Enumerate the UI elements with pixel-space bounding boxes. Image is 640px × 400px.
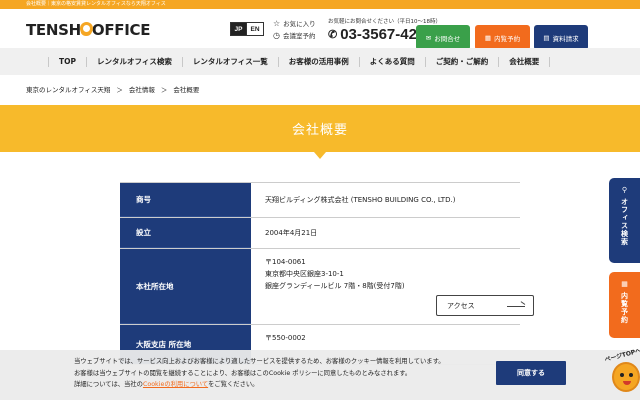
contact-label: お問合せ [434, 34, 461, 43]
cookie-line: 詳細については、当社の [74, 381, 143, 388]
request-docs-button[interactable]: ▤ 資料請求 [534, 25, 588, 50]
row-label: 設立 [120, 218, 251, 248]
nav-item-contract[interactable]: ご契約・ご解約 [426, 56, 500, 67]
phone-icon: ✆ [328, 29, 338, 41]
visit-reservation-button[interactable]: ▦ 内覧予約 [475, 25, 530, 50]
table-row: 商号 天翔ビルディング株式会社 (TENSHO BUILDING CO., LT… [120, 183, 520, 218]
site-logo[interactable]: TENSHOOFFICE [26, 21, 151, 40]
meeting-room-link[interactable]: ◷ 会議室予約 [273, 30, 316, 42]
side-visit-label: 内覧予約 [620, 292, 629, 324]
table-row: 本社所在地 〒104-0061 東京都中央区銀座3-10-1 銀座グランディール… [120, 249, 534, 325]
language-switch: JP EN [230, 22, 264, 36]
mascot-icon [612, 362, 640, 392]
docs-label: 資料請求 [552, 34, 579, 43]
company-info-table: 商号 天翔ビルディング株式会社 (TENSHO BUILDING CO., LT… [120, 182, 534, 365]
star-icon: ☆ [273, 19, 281, 28]
logo-o-icon: O [79, 22, 93, 40]
side-visit-tab[interactable]: ▦ 内覧予約 [609, 272, 640, 338]
table-row: 設立 2004年4月21日 [120, 218, 520, 249]
row-label: 本社所在地 [120, 249, 251, 324]
meeting-room-label: 会議室予約 [282, 32, 316, 40]
side-office-search-tab[interactable]: ⚲ オフィス検索 [609, 178, 640, 263]
site-header: TENSHOOFFICE JP EN ☆ お気に入り ◷ 会議室予約 お気軽にお問合… [0, 9, 640, 50]
logo-text-left: TENSH [26, 21, 81, 39]
row-value: 〒104-0061 東京都中央区銀座3-10-1 銀座グランディールビル 7階・… [251, 249, 534, 324]
page-hero: 会社概要 [0, 105, 640, 159]
lang-jp-button[interactable]: JP [230, 22, 247, 36]
tel-note: お気軽にお問合せください（平日10〜18時） [328, 19, 441, 25]
page-title: 会社概要 [291, 123, 348, 138]
clock-icon: ◷ [273, 31, 280, 40]
row-label: 商号 [120, 183, 251, 217]
header-links: ☆ お気に入り ◷ 会議室予約 [273, 18, 316, 42]
contact-button[interactable]: ✉ お問合せ [416, 25, 470, 50]
document-icon: ▤ [543, 33, 550, 42]
nav-item-cases[interactable]: お客様の活用事例 [279, 56, 360, 67]
cookie-line: お客様は当ウェブサイトの閲覧を継続することにより、お客様はこのCookie ポリ… [74, 369, 412, 377]
cookie-agree-button[interactable]: 同意する [496, 361, 566, 385]
nav-item-list[interactable]: レンタルオフィス一覧 [183, 56, 279, 67]
row-value: 天翔ビルディング株式会社 (TENSHO BUILDING CO., LTD.) [251, 183, 520, 217]
side-search-label: オフィス検索 [620, 198, 629, 246]
access-button[interactable]: アクセス [436, 295, 534, 316]
row-value: 2004年4月21日 [251, 218, 520, 248]
hero-notch [314, 152, 326, 159]
global-nav: TOP レンタルオフィス検索 レンタルオフィス一覧 お客様の活用事例 よくある質… [0, 48, 640, 75]
value-line: 銀座グランディールビル 7階・8階(受付7階) [265, 282, 405, 290]
breadcrumb-home[interactable]: 東京のレンタルオフィス天翔 [26, 84, 110, 94]
favorites-link[interactable]: ☆ お気に入り [273, 18, 316, 30]
value-line: 〒550-0002 [265, 334, 306, 342]
value-line: 天翔ビルディング株式会社 (TENSHO BUILDING CO., LTD.) [265, 196, 456, 204]
nav-item-top[interactable]: TOP [48, 56, 87, 67]
top-banner: 会社概要｜東京の格安賃貸レンタルオフィスなら天翔オフィス [0, 0, 640, 9]
breadcrumb: 東京のレンタルオフィス天翔 ＞ 会社情報 ＞ 会社概要 [26, 84, 199, 94]
breadcrumb-company-info[interactable]: 会社情報 [129, 84, 155, 94]
favorites-label: お気に入り [283, 20, 316, 28]
cookie-line: をご覧ください。 [208, 381, 259, 388]
search-icon: ⚲ [621, 186, 628, 194]
nav-item-company[interactable]: 会社概要 [499, 56, 551, 67]
cookie-policy-link[interactable]: Cookieの利用について [143, 381, 208, 388]
nav-item-search[interactable]: レンタルオフィス検索 [87, 56, 183, 67]
cookie-line: 当ウェブサイトでは、サービス向上およびお客様により適したサービスを提供するため、… [74, 358, 445, 365]
page-top-button[interactable]: ページTOPへ [604, 347, 640, 400]
value-line: 東京都中央区銀座3-10-1 [265, 270, 344, 278]
value-line: 2004年4月21日 [265, 229, 318, 237]
page-top-label: ページTOPへ [603, 347, 640, 364]
calendar-icon: ▦ [484, 33, 492, 42]
mail-icon: ✉ [425, 33, 432, 42]
nav-item-faq[interactable]: よくある質問 [360, 56, 426, 67]
cookie-text: 当ウェブサイトでは、サービス向上およびお客様により適したサービスを提供するため、… [74, 356, 445, 391]
breadcrumb-current: 会社概要 [173, 86, 200, 94]
breadcrumb-separator: ＞ [160, 86, 168, 94]
logo-text-right: OFFICE [91, 21, 151, 39]
lang-en-button[interactable]: EN [247, 22, 264, 36]
breadcrumb-separator: ＞ [116, 86, 123, 94]
value-line: 〒104-0061 [265, 258, 306, 266]
visit-label: 内覧予約 [494, 34, 521, 43]
calendar-icon: ▦ [621, 280, 628, 288]
arrow-right-icon [507, 306, 525, 307]
access-label: アクセス [447, 301, 475, 310]
